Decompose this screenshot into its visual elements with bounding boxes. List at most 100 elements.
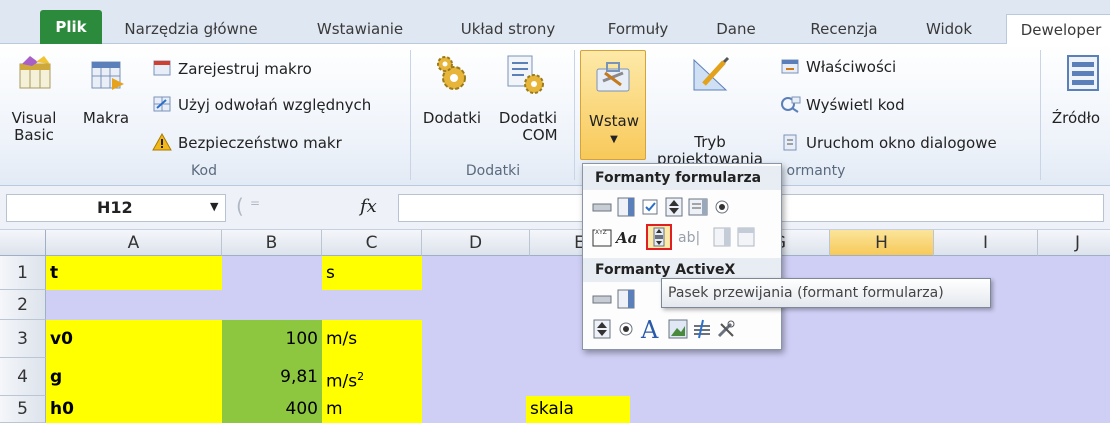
row-header-5[interactable]: 5 (0, 396, 46, 423)
view-code-label: Wyświetl kod (806, 96, 905, 114)
properties-button[interactable]: Właściwości (780, 56, 896, 78)
xml-source-button[interactable]: Źródło (1042, 48, 1110, 158)
cancel-entry-icon[interactable]: ( (236, 194, 244, 218)
cell-c1[interactable]: s (322, 256, 422, 290)
activex-option-button-icon[interactable] (615, 318, 637, 340)
formula-bar-handle-icon: = (250, 196, 261, 210)
group-label-code: Kod (191, 163, 217, 179)
record-macro-button[interactable]: Zarejestruj makro (152, 58, 312, 80)
select-all-corner[interactable] (0, 230, 46, 256)
activex-label-icon[interactable]: A (639, 316, 665, 342)
cell-a4[interactable]: g (46, 358, 222, 396)
text-field-control-icon: ab| (678, 230, 700, 246)
macro-security-label: Bezpieczeństwo makr (178, 134, 342, 152)
spin-button-control-icon[interactable] (663, 196, 685, 218)
com-add-ins-label-1: Dodatki (498, 109, 558, 127)
tab-home[interactable]: Narzędzia główne (116, 14, 266, 44)
cell-b1-fill (222, 256, 322, 290)
tab-developer[interactable]: Deweloper (1006, 14, 1110, 45)
tab-file[interactable]: Plik (40, 10, 102, 44)
xml-source-label: Źródło (1051, 109, 1101, 127)
checkbox-control-icon[interactable] (639, 196, 661, 218)
cell-c5[interactable]: m (322, 396, 422, 423)
visual-basic-button[interactable]: Visual Basic (4, 48, 64, 158)
cell-c4-exponent: 2 (357, 370, 365, 383)
record-macro-icon (153, 60, 171, 76)
ribbon-tab-bar: Plik Narzędzia główne Wstawianie Układ s… (0, 0, 1110, 45)
column-header-i[interactable]: I (934, 230, 1038, 256)
cell-a5[interactable]: h0 (46, 396, 222, 423)
combo-box-control-icon[interactable] (615, 196, 637, 218)
com-add-ins-label-2: COM (522, 126, 558, 144)
row-header-3[interactable]: 3 (0, 320, 46, 358)
svg-text:ab|: ab| (678, 230, 700, 246)
activex-image-icon[interactable] (667, 318, 689, 340)
tab-view[interactable]: Widok (914, 14, 984, 44)
run-dialog-button[interactable]: Uruchom okno dialogowe (780, 132, 997, 154)
visual-basic-icon (19, 56, 51, 89)
record-macro-label: Zarejestruj makro (178, 60, 312, 78)
cell-b5[interactable]: 400 (222, 396, 322, 423)
svg-text:Aa: Aa (615, 229, 637, 247)
name-box[interactable]: H12 (6, 194, 226, 222)
label-control-icon[interactable]: Aa (615, 226, 637, 248)
tab-review[interactable]: Recenzja (804, 14, 884, 44)
macro-security-button[interactable]: Bezpieczeństwo makr (152, 132, 342, 154)
column-header-c[interactable]: C (322, 230, 422, 256)
column-header-h[interactable]: H (830, 230, 934, 256)
macros-label: Makra (82, 109, 130, 127)
scroll-bar-tooltip: Pasek przewijania (formant formularza) (661, 278, 991, 308)
macros-button[interactable]: Makra (76, 48, 136, 158)
more-controls-icon[interactable] (715, 318, 737, 340)
add-ins-label: Dodatki (422, 109, 482, 127)
tab-insert[interactable]: Wstawianie (300, 14, 420, 44)
cell-c3[interactable]: m/s (322, 320, 422, 358)
cell-c4-unit: m/s (326, 371, 358, 392)
column-header-a[interactable]: A (46, 230, 222, 256)
cell-c4[interactable]: m/s2 (322, 358, 422, 396)
svg-text:XYZ: XYZ (595, 229, 607, 236)
form-controls-header: Formanty formularza (583, 166, 781, 190)
activex-combo-box-icon[interactable] (615, 288, 637, 310)
insert-controls-menu: Formanty formularza XYZ Aa ab| Formanty … (582, 163, 782, 350)
cell-b4[interactable]: 9,81 (222, 358, 322, 396)
list-box-control-icon[interactable] (687, 196, 709, 218)
design-mode-icon (693, 56, 730, 91)
name-box-dropdown-icon[interactable]: ▼ (210, 200, 218, 213)
view-code-icon (781, 96, 801, 113)
scroll-bar-control-icon[interactable] (646, 224, 672, 250)
row-header-1[interactable]: 1 (0, 256, 46, 290)
com-add-ins-button[interactable]: Dodatki COM (488, 48, 568, 158)
xml-source-icon (1067, 55, 1099, 91)
activex-spin-button-icon[interactable] (591, 318, 613, 340)
button-control-icon[interactable] (591, 196, 613, 218)
add-ins-button[interactable]: Dodatki (418, 48, 486, 158)
row-header-4[interactable]: 4 (0, 358, 46, 396)
group-box-control-icon[interactable]: XYZ (591, 226, 613, 248)
group-label-controls: ormanty (786, 163, 846, 179)
cell-b3[interactable]: 100 (222, 320, 322, 358)
activex-toggle-button-icon[interactable] (691, 318, 713, 340)
tab-page-layout[interactable]: Układ strony (448, 14, 568, 44)
option-button-control-icon[interactable] (711, 196, 733, 218)
macros-icon (91, 61, 124, 90)
insert-function-icon[interactable]: fx (360, 196, 377, 217)
column-header-b[interactable]: B (222, 230, 322, 256)
cell-a1[interactable]: t (46, 256, 222, 290)
view-code-button[interactable]: Wyświetl kod (780, 94, 905, 116)
column-header-d[interactable]: D (422, 230, 530, 256)
design-mode-button[interactable]: Tryb projektowania (652, 48, 768, 168)
activex-button-icon[interactable] (591, 288, 613, 310)
tab-data[interactable]: Dane (706, 14, 766, 44)
visual-basic-label-1: Visual (11, 109, 57, 127)
row-header-2[interactable]: 2 (0, 290, 46, 320)
cell-a3[interactable]: v0 (46, 320, 222, 358)
tab-formulas[interactable]: Formuły (598, 14, 678, 44)
run-dialog-icon (783, 134, 797, 151)
group-separator (1040, 50, 1041, 180)
insert-controls-button[interactable]: Wstaw ▼ (580, 50, 646, 160)
gears-icon (437, 56, 466, 90)
column-header-j[interactable]: J (1038, 230, 1110, 256)
relative-references-button[interactable]: Użyj odwołań względnych (152, 94, 371, 116)
cell-e5[interactable]: skala (526, 396, 630, 423)
